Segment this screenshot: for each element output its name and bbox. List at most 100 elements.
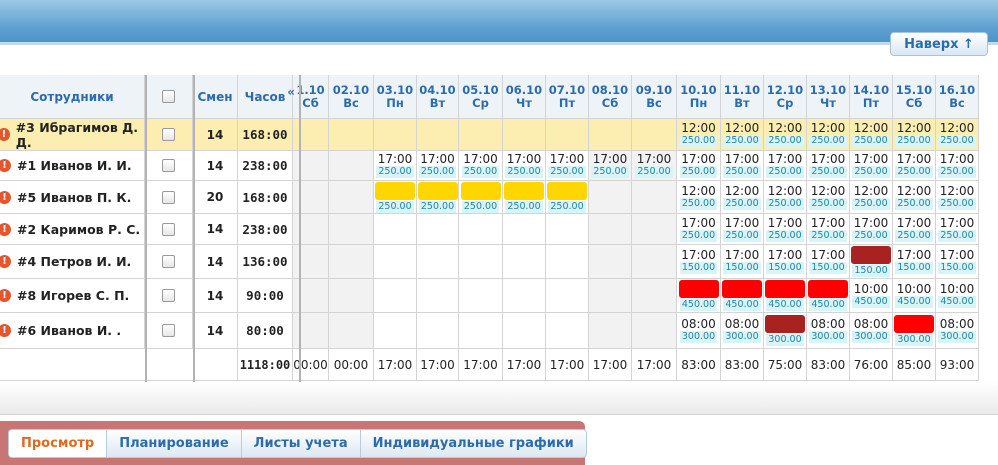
row-checkbox[interactable] [162,190,175,204]
schedule-cell[interactable] [503,214,546,245]
schedule-cell[interactable]: 17:00 250.00 [589,151,632,181]
schedule-cell[interactable]: 12:00 250.00 [850,181,893,214]
tab-item[interactable]: Индивидуальные графики [359,429,587,458]
schedule-cell[interactable]: 12:00 250.00 [936,119,979,151]
shift-block[interactable] [375,181,415,200]
day-header[interactable]: 10.10 Пн [677,75,721,119]
schedule-cell[interactable]: 17:00 250.00 [936,214,979,245]
schedule-cell[interactable]: 17:00 250.00 [850,151,893,181]
schedule-cell[interactable]: 17:00 150.00 [721,245,764,279]
schedule-cell[interactable]: 17:00 150.00 [677,245,721,279]
day-header[interactable]: 11.10 Вт [721,75,764,119]
schedule-cell[interactable]: 300.00 [893,313,936,349]
schedule-cell[interactable] [417,313,459,349]
schedule-cell[interactable] [374,279,417,313]
day-header[interactable]: 14.10 Пт [850,75,893,119]
schedule-cell[interactable]: 150.00 [850,245,893,279]
schedule-cell[interactable]: 10:00 450.00 [850,279,893,313]
schedule-cell[interactable]: 17:00 150.00 [893,245,936,279]
schedule-cell[interactable]: 17:00 250.00 [764,151,807,181]
shift-block[interactable] [722,280,762,298]
schedule-cell[interactable]: 17:00 250.00 [807,151,850,181]
schedule-cell[interactable] [589,313,632,349]
schedule-cell[interactable]: 12:00 250.00 [936,181,979,214]
schedule-cell[interactable]: 250.00 [374,181,417,214]
schedule-cell[interactable]: 12:00 250.00 [721,181,764,214]
schedule-cell[interactable]: 17:00 150.00 [764,245,807,279]
schedule-cell[interactable] [459,279,503,313]
schedule-cell[interactable]: 12:00 250.00 [764,181,807,214]
schedule-cell[interactable]: 250.00 [417,181,459,214]
day-header[interactable]: 04.10 Вт [417,75,459,119]
employee-name-cell[interactable]: ! #3 Ибрагимов Д. Д. [0,119,145,151]
schedule-cell[interactable]: 17:00 250.00 [677,214,721,245]
schedule-cell[interactable] [329,119,374,151]
shift-block[interactable] [460,181,501,200]
row-checkbox[interactable] [162,222,175,236]
schedule-cell[interactable] [589,214,632,245]
schedule-cell[interactable] [503,313,546,349]
schedule-cell[interactable] [329,181,374,214]
day-header[interactable]: 02.10 Вс [329,75,374,119]
schedule-cell[interactable]: 17:00 150.00 [807,245,850,279]
schedule-cell[interactable]: 17:00 250.00 [850,214,893,245]
row-checkbox[interactable] [162,128,175,141]
schedule-cell[interactable] [329,313,374,349]
schedule-cell[interactable] [503,279,546,313]
schedule-cell[interactable] [329,151,374,181]
schedule-cell[interactable]: 250.00 [546,181,589,214]
day-header[interactable]: 08.10 Сб [589,75,632,119]
schedule-cell[interactable]: 17:00 250.00 [764,214,807,245]
shift-block[interactable] [417,181,458,200]
schedule-cell[interactable]: 250.00 [503,181,546,214]
schedule-cell[interactable]: 12:00 250.00 [721,119,764,151]
schedule-cell[interactable] [417,119,459,151]
schedule-cell[interactable] [459,214,503,245]
schedule-cell[interactable]: 250.00 [459,181,503,214]
schedule-cell[interactable] [374,313,417,349]
tab-item[interactable]: Листы учета [240,429,360,458]
schedule-cell[interactable] [459,119,503,151]
schedule-cell[interactable] [503,245,546,279]
schedule-cell[interactable] [374,245,417,279]
schedule-cell[interactable] [546,119,589,151]
shift-block[interactable] [678,280,719,298]
shift-block[interactable] [808,280,848,298]
schedule-cell[interactable]: 12:00 250.00 [893,119,936,151]
schedule-cell[interactable]: 10:00 450.00 [893,279,936,313]
row-checkbox[interactable] [162,324,175,337]
schedule-cell[interactable]: 08:00 300.00 [807,313,850,349]
schedule-cell[interactable] [632,245,677,279]
schedule-cell[interactable] [459,245,503,279]
employees-header[interactable]: Сотрудники [0,75,145,119]
schedule-cell[interactable] [417,245,459,279]
schedule-cell[interactable] [546,279,589,313]
day-header[interactable]: 06.10 Чт [503,75,546,119]
schedule-cell[interactable]: 300.00 [764,313,807,349]
day-header[interactable]: 05.10 Ср [459,75,503,119]
schedule-cell[interactable] [632,119,677,151]
schedule-cell[interactable]: 17:00 250.00 [721,151,764,181]
shift-block[interactable] [504,181,544,200]
schedule-cell[interactable] [374,119,417,151]
day-header[interactable]: 07.10 Пт [546,75,589,119]
day-header[interactable]: 13.10 Чт [807,75,850,119]
schedule-cell[interactable]: 17:00 250.00 [546,151,589,181]
schedule-cell[interactable] [546,313,589,349]
schedule-cell[interactable]: 12:00 250.00 [807,119,850,151]
schedule-cell[interactable] [632,181,677,214]
schedule-cell[interactable] [459,313,503,349]
shift-block[interactable] [547,181,587,200]
day-header[interactable]: 09.10 Вс [632,75,677,119]
select-all-checkbox[interactable] [162,90,175,103]
day-header[interactable]: 03.10 Пн [374,75,417,119]
row-checkbox[interactable] [162,289,175,302]
schedule-cell[interactable] [329,279,374,313]
schedule-cell[interactable] [632,214,677,245]
schedule-cell[interactable]: 12:00 250.00 [764,119,807,151]
schedule-cell[interactable]: 17:00 250.00 [374,151,417,181]
employee-name-cell[interactable]: ! #5 Иванов П. К. [0,181,145,214]
schedule-cell[interactable]: 12:00 250.00 [850,119,893,151]
schedule-cell[interactable]: 12:00 250.00 [807,181,850,214]
employee-name-cell[interactable]: ! #8 Игорев С. П. [0,279,145,313]
